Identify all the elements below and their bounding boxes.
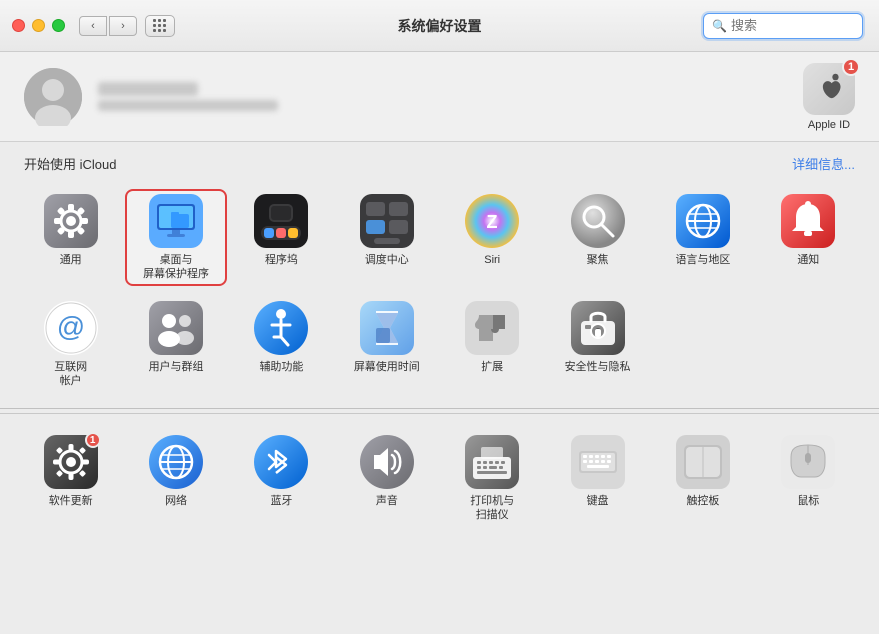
icon-extensions[interactable]: 扩展: [442, 296, 543, 393]
keyboard-icon: [570, 434, 626, 490]
icon-software-update[interactable]: 1 软件更新: [20, 430, 121, 527]
title-bar: ‹ › 系统偏好设置 🔍: [0, 0, 879, 52]
icon-general[interactable]: 通用: [20, 189, 121, 286]
sound-icon: [359, 434, 415, 490]
icon-network[interactable]: 网络: [125, 430, 226, 527]
icloud-title: 开始使用 iCloud: [24, 154, 116, 173]
apple-id-label: Apple ID: [808, 119, 850, 131]
icon-printers-scanners[interactable]: 打印机与扫描仪: [442, 430, 543, 527]
grid-view-button[interactable]: [145, 15, 175, 37]
search-input[interactable]: [731, 18, 854, 33]
users-groups-label: 用户与群组: [149, 360, 204, 374]
close-button[interactable]: [12, 19, 25, 32]
apple-id-button[interactable]: 1 Apple ID: [803, 63, 855, 131]
security-privacy-icon: [570, 300, 626, 356]
section-separator: [0, 408, 879, 409]
printers-scanners-label: 打印机与扫描仪: [470, 494, 514, 523]
icon-accessibility[interactable]: 辅助功能: [231, 296, 332, 393]
icon-trackpad[interactable]: 触控板: [652, 430, 753, 527]
software-update-icon: 1: [43, 434, 99, 490]
window-controls: [12, 19, 65, 32]
icon-mission-control[interactable]: 调度中心: [336, 189, 437, 286]
accessibility-label: 辅助功能: [259, 360, 303, 374]
trackpad-label: 触控板: [686, 494, 719, 508]
language-label: 语言与地区: [675, 253, 730, 267]
svg-text:@: @: [56, 311, 84, 342]
spotlight-label: 聚焦: [587, 253, 609, 267]
mission-control-label: 调度中心: [365, 253, 409, 267]
mouse-icon: [780, 434, 836, 490]
mission-control-icon: [359, 193, 415, 249]
fullscreen-button[interactable]: [52, 19, 65, 32]
profile-email: [98, 100, 278, 111]
keyboard-label: 键盘: [587, 494, 609, 508]
spotlight-icon: [570, 193, 626, 249]
dock-icon: [253, 193, 309, 249]
users-groups-icon: [148, 300, 204, 356]
update-badge: 1: [85, 432, 101, 448]
icon-security-privacy[interactable]: 安全性与隐私: [547, 296, 648, 393]
accessibility-icon: [253, 300, 309, 356]
profile-section: 1 Apple ID: [0, 52, 879, 142]
security-privacy-label: 安全性与隐私: [565, 360, 631, 374]
language-icon: [675, 193, 731, 249]
icon-notifications[interactable]: 通知: [758, 189, 859, 286]
siri-icon: Z: [464, 193, 520, 249]
icloud-detail-button[interactable]: 详细信息...: [792, 154, 855, 173]
icon-mouse[interactable]: 鼠标: [758, 430, 859, 527]
profile-name: [98, 82, 198, 96]
dock-label: 程序坞: [265, 253, 298, 267]
software-update-label: 软件更新: [49, 494, 93, 508]
icon-internet-accounts[interactable]: @ 互联网帐户: [20, 296, 121, 393]
icon-bluetooth[interactable]: 蓝牙: [231, 430, 332, 527]
icon-spotlight[interactable]: 聚焦: [547, 189, 648, 286]
network-label: 网络: [165, 494, 187, 508]
search-icon: 🔍: [712, 19, 727, 33]
icon-siri[interactable]: Z Siri: [442, 189, 543, 286]
sound-label: 声音: [376, 494, 398, 508]
icon-screen-time[interactable]: 屏幕使用时间: [336, 296, 437, 393]
nav-buttons: ‹ ›: [79, 16, 137, 36]
icon-dock[interactable]: 程序坞: [231, 189, 332, 286]
mouse-label: 鼠标: [797, 494, 819, 508]
apple-id-badge: 1: [842, 58, 860, 76]
general-label: 通用: [60, 253, 82, 267]
avatar: [24, 68, 82, 126]
icon-sound[interactable]: 声音: [336, 430, 437, 527]
desktop-label: 桌面与屏幕保护程序: [143, 253, 209, 282]
main-icons-grid: 通用 桌面与屏幕保护程序: [0, 181, 879, 404]
screen-time-icon: [359, 300, 415, 356]
extensions-label: 扩展: [481, 360, 503, 374]
extensions-icon: [464, 300, 520, 356]
printers-scanners-icon: [464, 434, 520, 490]
profile-info: [98, 82, 278, 111]
internet-accounts-icon: @: [43, 300, 99, 356]
svg-text:Z: Z: [487, 212, 498, 232]
icloud-section: 开始使用 iCloud 详细信息...: [0, 142, 879, 181]
siri-label: Siri: [484, 253, 500, 267]
forward-button[interactable]: ›: [109, 16, 137, 36]
network-icon: [148, 434, 204, 490]
notifications-label: 通知: [797, 253, 819, 267]
notifications-icon: [780, 193, 836, 249]
bluetooth-icon: [253, 434, 309, 490]
window-title: 系统偏好设置: [398, 16, 482, 36]
icon-keyboard[interactable]: 键盘: [547, 430, 648, 527]
screen-time-label: 屏幕使用时间: [354, 360, 420, 374]
search-box[interactable]: 🔍: [703, 13, 863, 39]
bottom-section: 1 软件更新 网络: [0, 413, 879, 537]
minimize-button[interactable]: [32, 19, 45, 32]
back-button[interactable]: ‹: [79, 16, 107, 36]
grid-icon: [153, 19, 167, 33]
apple-id-icon: 1: [803, 63, 855, 115]
icon-desktop[interactable]: 桌面与屏幕保护程序: [125, 189, 226, 286]
general-icon: [43, 193, 99, 249]
bottom-icons-grid: 1 软件更新 网络: [20, 430, 859, 527]
trackpad-icon: [675, 434, 731, 490]
desktop-icon: [148, 193, 204, 249]
bluetooth-label: 蓝牙: [270, 494, 292, 508]
internet-accounts-label: 互联网帐户: [54, 360, 87, 389]
icon-users-groups[interactable]: 用户与群组: [125, 296, 226, 393]
icon-language[interactable]: 语言与地区: [652, 189, 753, 286]
